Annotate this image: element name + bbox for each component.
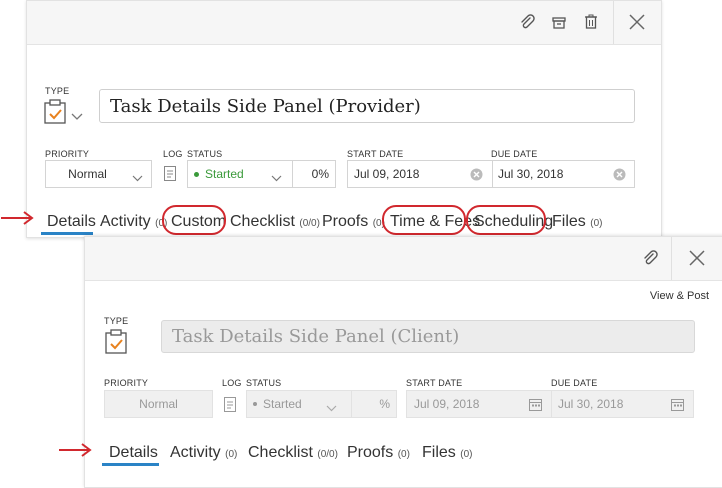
status-select-disabled: Started xyxy=(246,390,352,418)
red-arrow-icon xyxy=(0,210,34,231)
red-arrow-icon xyxy=(58,442,92,463)
provider-toolbar xyxy=(27,1,661,45)
date-range-field-disabled: Jul 09, 2018 Jul 30, 2018 xyxy=(406,390,694,418)
type-label: TYPE xyxy=(104,316,129,326)
priority-label: PRIORITY xyxy=(104,378,149,388)
tab-details[interactable]: Details xyxy=(47,213,96,231)
highlight-circle-custom xyxy=(162,205,226,235)
priority-select-disabled: Normal xyxy=(104,390,213,418)
provider-panel: TYPE Task Details Side Panel (Provider) … xyxy=(26,0,662,238)
due-date-value[interactable]: Jul 30, 2018 xyxy=(498,167,563,181)
clipboard-check-icon[interactable] xyxy=(43,99,67,130)
type-label: TYPE xyxy=(45,86,70,96)
archive-icon[interactable] xyxy=(549,12,569,32)
status-label: STATUS xyxy=(187,149,223,159)
tab-activity[interactable]: Activity (0) xyxy=(170,444,237,462)
date-divider xyxy=(551,391,552,417)
log-icon[interactable] xyxy=(164,166,176,186)
log-icon[interactable] xyxy=(224,397,236,417)
clear-start-date-icon[interactable] xyxy=(470,168,483,184)
highlight-circle-time-fees xyxy=(382,205,466,235)
toolbar-divider xyxy=(613,1,614,44)
tab-files[interactable]: Files (0) xyxy=(552,213,602,231)
client-toolbar xyxy=(85,237,722,281)
calendar-icon xyxy=(671,398,684,414)
tab-proofs[interactable]: Proofs (0) xyxy=(322,213,385,231)
status-value: Started xyxy=(263,397,302,411)
log-label: LOG xyxy=(222,378,242,388)
status-dot-icon xyxy=(253,402,257,406)
start-date-value: Jul 09, 2018 xyxy=(414,397,480,411)
percent-input[interactable]: 0% xyxy=(292,160,336,188)
client-panel: View & Post TYPE Task Details Side Panel… xyxy=(84,236,722,488)
log-label: LOG xyxy=(163,149,183,159)
task-title-input[interactable]: Task Details Side Panel (Provider) xyxy=(99,89,635,123)
close-icon[interactable] xyxy=(686,247,708,269)
due-date-value: Jul 30, 2018 xyxy=(558,397,624,411)
start-date-value[interactable]: Jul 09, 2018 xyxy=(354,167,419,181)
paperclip-icon[interactable] xyxy=(517,12,537,32)
date-range-field: Jul 09, 2018 Jul 30, 2018 xyxy=(347,160,635,188)
close-icon[interactable] xyxy=(626,11,648,33)
tab-activity[interactable]: Activity (0) xyxy=(100,213,167,231)
tab-checklist[interactable]: Checklist (0/0) xyxy=(230,213,320,231)
status-label: STATUS xyxy=(246,378,282,388)
tab-files[interactable]: Files (0) xyxy=(422,444,472,462)
chevron-down-icon xyxy=(271,171,282,185)
active-tab-underline xyxy=(102,463,159,466)
view-post-link[interactable]: View & Post xyxy=(650,290,709,302)
trash-icon[interactable] xyxy=(581,12,601,32)
paperclip-icon[interactable] xyxy=(640,248,660,268)
toolbar-divider xyxy=(671,237,672,280)
priority-label: PRIORITY xyxy=(45,149,90,159)
active-tab-underline xyxy=(41,232,93,235)
status-dot-icon xyxy=(194,171,199,177)
chevron-down-icon[interactable] xyxy=(71,108,83,126)
start-date-label: START DATE xyxy=(347,149,404,159)
due-date-label: DUE DATE xyxy=(551,378,598,388)
clear-due-date-icon[interactable] xyxy=(613,168,626,184)
highlight-circle-scheduling xyxy=(466,205,546,235)
calendar-icon xyxy=(529,398,542,414)
priority-value: Normal xyxy=(68,167,107,181)
percent-input-disabled: % xyxy=(351,390,397,418)
status-value: Started xyxy=(205,167,244,181)
due-date-label: DUE DATE xyxy=(491,149,538,159)
chevron-down-icon xyxy=(326,401,337,415)
date-divider xyxy=(492,161,493,187)
priority-select[interactable]: Normal xyxy=(45,160,152,188)
task-title-input-disabled: Task Details Side Panel (Client) xyxy=(161,320,695,353)
status-select[interactable]: Started xyxy=(187,160,293,188)
start-date-label: START DATE xyxy=(406,378,463,388)
tab-details[interactable]: Details xyxy=(109,444,158,462)
tab-proofs[interactable]: Proofs (0) xyxy=(347,444,410,462)
clipboard-check-icon xyxy=(104,329,128,360)
chevron-down-icon xyxy=(132,171,143,185)
tab-checklist[interactable]: Checklist (0/0) xyxy=(248,444,338,462)
